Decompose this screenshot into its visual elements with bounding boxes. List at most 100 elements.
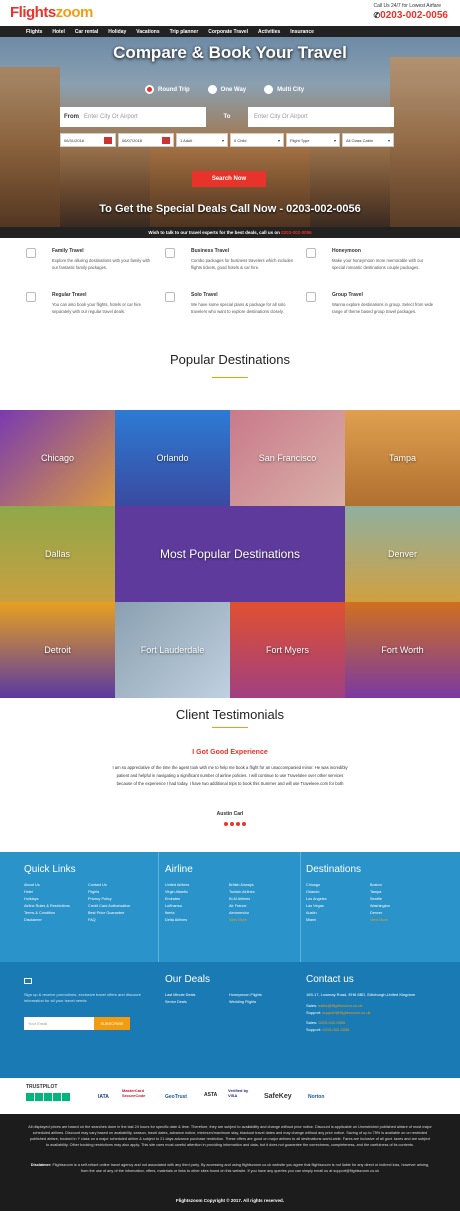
footer-link[interactable]: Holidays xyxy=(24,897,88,901)
pager-dot[interactable] xyxy=(242,822,246,826)
footer-link[interactable]: Washington xyxy=(370,904,434,908)
footer-link[interactable]: Senior Deals xyxy=(165,1000,229,1004)
pager-dot[interactable] xyxy=(230,822,234,826)
chevron-down-icon: ▾ xyxy=(277,137,280,143)
pager-dot[interactable] xyxy=(224,822,228,826)
subscribe-button[interactable]: SUBSCRIBE xyxy=(94,1017,130,1030)
footer-link[interactable]: Austin xyxy=(306,911,370,915)
flight-type-select[interactable]: Flight Type ▾ xyxy=(286,133,340,147)
footer-link[interactable]: Turkish Airlines xyxy=(229,890,293,894)
nav-trip-planner[interactable]: Trip planner xyxy=(170,29,199,35)
sales-email[interactable]: sales@flightszoom.co.uk xyxy=(318,1003,362,1008)
dest-tampa[interactable]: Tampa xyxy=(345,410,460,506)
sales-phone[interactable]: 0203-002-0056 xyxy=(318,1020,345,1025)
airline-links: Airline United Airlines British Airways V… xyxy=(165,864,293,922)
nav-car-rental[interactable]: Car rental xyxy=(75,29,98,35)
dest-chicago[interactable]: Chicago xyxy=(0,410,115,506)
adults-select[interactable]: 1 Adult ▾ xyxy=(176,133,228,147)
cabin-select[interactable]: All Class Cabin ▾ xyxy=(342,133,394,147)
hero-title: Compare & Book Your Travel xyxy=(113,43,347,62)
testimonial-text: I am so appreciative of the time the age… xyxy=(112,765,348,786)
footer-link[interactable]: Airline Rules & Restrictions xyxy=(24,904,88,908)
from-input[interactable]: From Enter City Or Airport xyxy=(60,107,206,127)
dest-fort-worth[interactable]: Fort Worth xyxy=(345,602,460,698)
dest-orlando[interactable]: Orlando xyxy=(115,410,230,506)
header-phone[interactable]: ✆0203-002-0056 xyxy=(373,10,448,21)
footer-link[interactable]: Disclaimer xyxy=(24,918,88,922)
contact-us: Contact us 169-17, Lowmay Road, EH8 8BD,… xyxy=(306,974,436,1032)
footer-link[interactable]: Orlando xyxy=(306,890,370,894)
footer-link[interactable]: Chicago xyxy=(306,883,370,887)
footer-link[interactable]: Flights xyxy=(88,890,152,894)
footer-link[interactable]: Miami xyxy=(306,918,370,922)
return-date-field[interactable]: 06/07/2018 xyxy=(118,133,174,147)
footer-link[interactable]: Virgin Atlantic xyxy=(165,890,229,894)
to-label: To xyxy=(223,114,231,120)
footer-link[interactable]: Air France xyxy=(229,904,293,908)
email-input[interactable]: Your Email xyxy=(24,1017,94,1030)
dest-fort-myers[interactable]: Fort Myers xyxy=(230,602,345,698)
quick-links: Quick Links About Us Contact Us Hotel Flig… xyxy=(24,864,152,922)
footer-link[interactable]: Hotel xyxy=(24,890,88,894)
footer-link[interactable]: Credit Card Authorization xyxy=(88,904,152,908)
footer-link[interactable]: Las Vegas xyxy=(306,904,370,908)
footer-link[interactable]: Lufthansa xyxy=(165,904,229,908)
search-now-button[interactable]: Search Now xyxy=(192,171,266,187)
radio-round-trip[interactable]: Round Trip xyxy=(145,85,190,94)
footer-link[interactable]: Privacy Policy xyxy=(88,897,152,901)
radio-one-way[interactable]: One Way xyxy=(207,85,246,94)
footer-link[interactable]: Seattle xyxy=(370,897,434,901)
footer-link[interactable]: Boston xyxy=(370,883,434,887)
view-more-link[interactable]: View More xyxy=(229,918,293,922)
footer-link[interactable]: Emirates xyxy=(165,897,229,901)
footer-link[interactable]: Best Price Guarantee xyxy=(88,911,152,915)
site-logo[interactable]: Flightszoom xyxy=(10,4,93,21)
iata-logo: IATA xyxy=(98,1094,109,1100)
view-more-link[interactable]: View More xyxy=(370,918,434,922)
disclaimer-prices: All displayed prices are based on the se… xyxy=(28,1125,432,1147)
newsletter-text: Sign up & receive promotions, exclusive … xyxy=(24,992,141,1003)
footer-newsletter-contact: Sign up & receive promotions, exclusive … xyxy=(0,962,460,1078)
footer-link[interactable]: Wedding Flights xyxy=(229,1000,293,1004)
footer-link[interactable]: Denver xyxy=(370,911,434,915)
footer-link[interactable]: Terms & Condition xyxy=(24,911,88,915)
footer-link[interactable]: Iberia xyxy=(165,911,229,915)
radio-multi-city[interactable]: Multi City xyxy=(264,85,304,94)
nav-corporate-travel[interactable]: Corporate Travel xyxy=(208,29,248,35)
pager-dot[interactable] xyxy=(236,822,240,826)
footer-link[interactable]: Delta Airlines xyxy=(165,918,229,922)
strip-phone[interactable]: 0203-002-0056 xyxy=(281,230,312,235)
nav-holiday[interactable]: Holiday xyxy=(108,29,126,35)
dest-denver[interactable]: Denver xyxy=(345,506,460,602)
footer-link[interactable]: FAQ xyxy=(88,918,152,922)
footer-link[interactable]: British Airways xyxy=(229,883,293,887)
support-email[interactable]: support@flightszoom.co.uk xyxy=(322,1010,370,1015)
popular-destinations-header: Popular Destinations xyxy=(0,330,460,410)
footer-link[interactable]: Tampa xyxy=(370,890,434,894)
dest-fort-lauderdale[interactable]: Fort Lauderdale xyxy=(115,602,230,698)
depart-date-field[interactable]: 06/31/2018 xyxy=(60,133,116,147)
footer-link[interactable]: KLM Airlines xyxy=(229,897,293,901)
footer-link[interactable]: Last Minute Deals xyxy=(165,993,229,997)
footer-link[interactable]: United Airlines xyxy=(165,883,229,887)
testimonial-pager xyxy=(224,822,246,826)
dest-detroit[interactable]: Detroit xyxy=(0,602,115,698)
travel-type-regular: Regular Travel You can also book your fli… xyxy=(26,292,156,315)
nav-insurance[interactable]: Insurance xyxy=(290,29,314,35)
dest-dallas[interactable]: Dallas xyxy=(0,506,115,602)
footer-link[interactable]: Contact Us xyxy=(88,883,152,887)
child-select[interactable]: 0 Child ▾ xyxy=(230,133,284,147)
nav-hotel[interactable]: Hotel xyxy=(52,29,65,35)
nav-flights[interactable]: Flights xyxy=(26,29,42,35)
support-phone[interactable]: 0203-002-0056 xyxy=(322,1027,349,1032)
footer-link[interactable]: About Us xyxy=(24,883,88,887)
nav-vacations[interactable]: Vacations xyxy=(136,29,159,35)
nav-activities[interactable]: Activities xyxy=(258,29,280,35)
to-input[interactable]: Enter City Or Airport xyxy=(248,107,394,127)
hero-deal-text: To Get the Special Deals Call Now - 0203… xyxy=(99,203,361,215)
footer-link[interactable]: Los Angeles xyxy=(306,897,370,901)
footer-links: Quick Links About Us Contact Us Hotel Flig… xyxy=(0,852,460,962)
footer-link[interactable]: Aeromexico xyxy=(229,911,293,915)
dest-san-francisco[interactable]: San Francisco xyxy=(230,410,345,506)
footer-link[interactable]: Honeymoon Flights xyxy=(229,993,293,997)
